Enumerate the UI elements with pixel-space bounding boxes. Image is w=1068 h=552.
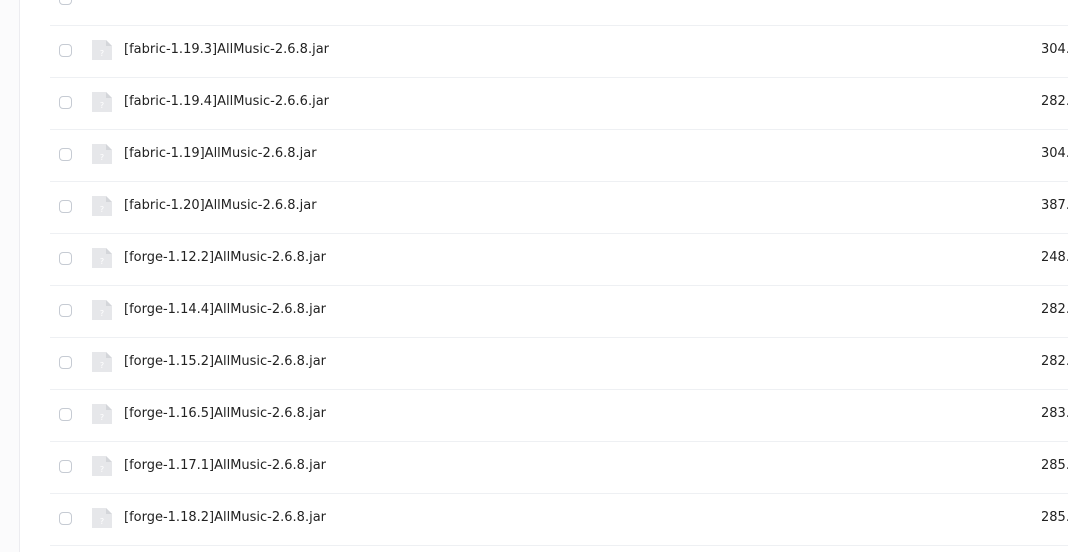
file-size: 285. (1041, 510, 1068, 525)
file-list-header (50, 0, 1068, 26)
svg-text:?: ? (100, 153, 104, 162)
file-name[interactable]: [fabric-1.19]AllMusic-2.6.8.jar (124, 146, 317, 161)
row-checkbox[interactable] (59, 200, 72, 213)
file-size: 282. (1041, 354, 1068, 369)
file-size: 285. (1041, 458, 1068, 473)
file-row[interactable]: ? [forge-1.14.4]AllMusic-2.6.8.jar 282. (50, 286, 1068, 338)
file-name[interactable]: [forge-1.14.4]AllMusic-2.6.8.jar (124, 302, 326, 317)
svg-text:?: ? (100, 361, 104, 370)
file-row[interactable]: ? [fabric-1.19]AllMusic-2.6.8.jar 304. (50, 130, 1068, 182)
row-checkbox[interactable] (59, 304, 72, 317)
row-checkbox[interactable] (59, 512, 72, 525)
file-name[interactable]: [fabric-1.20]AllMusic-2.6.8.jar (124, 198, 317, 213)
svg-text:?: ? (100, 465, 104, 474)
unknown-file-icon: ? (91, 91, 113, 113)
svg-text:?: ? (100, 413, 104, 422)
file-size: 248. (1041, 250, 1068, 265)
file-row[interactable]: ? [fabric-1.19.3]AllMusic-2.6.8.jar 304. (50, 26, 1068, 78)
row-checkbox[interactable] (59, 96, 72, 109)
row-checkbox[interactable] (59, 148, 72, 161)
row-checkbox[interactable] (59, 252, 72, 265)
unknown-file-icon: ? (91, 403, 113, 425)
row-checkbox[interactable] (59, 460, 72, 473)
unknown-file-icon: ? (91, 351, 113, 373)
unknown-file-icon: ? (91, 299, 113, 321)
file-row[interactable]: ? [forge-1.17.1]AllMusic-2.6.8.jar 285. (50, 442, 1068, 494)
file-name[interactable]: [forge-1.18.2]AllMusic-2.6.8.jar (124, 510, 326, 525)
file-row[interactable]: ? [forge-1.16.5]AllMusic-2.6.8.jar 283. (50, 390, 1068, 442)
file-row[interactable]: ? [fabric-1.20]AllMusic-2.6.8.jar 387. (50, 182, 1068, 234)
file-name[interactable]: [forge-1.17.1]AllMusic-2.6.8.jar (124, 458, 326, 473)
file-row[interactable]: ? [forge-1.18.2]AllMusic-2.6.8.jar 285. (50, 494, 1068, 546)
file-row[interactable]: ? [forge-1.12.2]AllMusic-2.6.8.jar 248. (50, 234, 1068, 286)
row-checkbox[interactable] (59, 356, 72, 369)
svg-text:?: ? (100, 49, 104, 58)
row-checkbox[interactable] (59, 408, 72, 421)
unknown-file-icon: ? (91, 247, 113, 269)
file-row[interactable]: ? [forge-1.15.2]AllMusic-2.6.8.jar 282. (50, 338, 1068, 390)
file-size: 282. (1041, 302, 1068, 317)
row-checkbox[interactable] (59, 44, 72, 57)
unknown-file-icon: ? (91, 507, 113, 529)
file-size: 387. (1041, 198, 1068, 213)
svg-text:?: ? (100, 101, 104, 110)
file-size: 304. (1041, 42, 1068, 57)
file-size: 283. (1041, 406, 1068, 421)
file-name[interactable]: [fabric-1.19.3]AllMusic-2.6.8.jar (124, 42, 329, 57)
unknown-file-icon: ? (91, 143, 113, 165)
unknown-file-icon: ? (91, 39, 113, 61)
svg-text:?: ? (100, 309, 104, 318)
svg-text:?: ? (100, 205, 104, 214)
file-name[interactable]: [forge-1.16.5]AllMusic-2.6.8.jar (124, 406, 326, 421)
left-sidebar-edge (0, 0, 20, 552)
file-name[interactable]: [fabric-1.19.4]AllMusic-2.6.6.jar (124, 94, 329, 109)
unknown-file-icon: ? (91, 195, 113, 217)
svg-text:?: ? (100, 257, 104, 266)
unknown-file-icon: ? (91, 455, 113, 477)
file-size: 282. (1041, 94, 1068, 109)
file-name[interactable]: [forge-1.12.2]AllMusic-2.6.8.jar (124, 250, 326, 265)
select-all-checkbox[interactable] (59, 0, 72, 5)
svg-text:?: ? (100, 517, 104, 526)
file-list: ? [fabric-1.19.3]AllMusic-2.6.8.jar 304.? [… (50, 0, 1068, 546)
file-size: 304. (1041, 146, 1068, 161)
file-name[interactable]: [forge-1.15.2]AllMusic-2.6.8.jar (124, 354, 326, 369)
file-row[interactable]: ? [fabric-1.19.4]AllMusic-2.6.6.jar 282. (50, 78, 1068, 130)
